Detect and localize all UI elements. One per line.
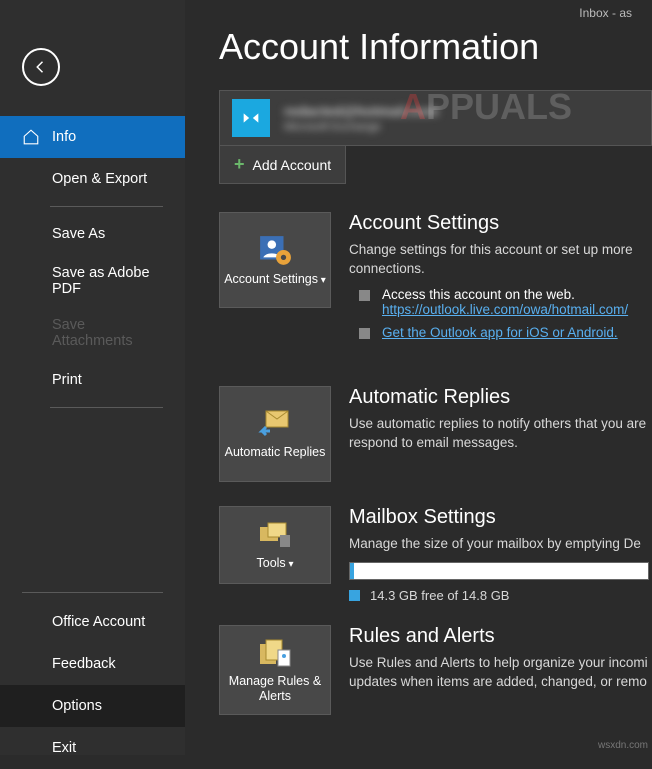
nav-print[interactable]: Print <box>0 359 185 401</box>
section-rules: Manage Rules & Alerts Rules and Alerts U… <box>219 625 652 715</box>
section-heading: Mailbox Settings <box>349 506 649 529</box>
section-desc: Use Rules and Alerts to help organize yo… <box>349 654 652 692</box>
page-title: Account Information <box>219 26 652 68</box>
nav-open-export[interactable]: Open & Export <box>0 158 185 200</box>
storage-swatch <box>349 590 360 601</box>
section-body: Account Settings Change settings for thi… <box>349 212 652 340</box>
divider <box>50 407 163 408</box>
nav-label: Info <box>52 129 76 145</box>
nav-label: Print <box>52 372 82 388</box>
tools-icon <box>258 518 292 552</box>
nav-label: Save as Adobe PDF <box>52 265 163 297</box>
bullet-text: Access this account on the web. <box>382 287 628 302</box>
tile-label: Tools <box>257 556 294 571</box>
divider <box>22 592 163 593</box>
nav-options[interactable]: Options <box>0 685 185 727</box>
nav-exit[interactable]: Exit <box>0 727 185 769</box>
nav-label: Save Attachments <box>52 317 163 349</box>
account-email: redacted@hotmail.com <box>284 103 438 119</box>
nav-info[interactable]: Info <box>0 116 185 158</box>
plus-icon: + <box>234 154 245 175</box>
add-account-label: Add Account <box>253 157 332 173</box>
nav-label: Office Account <box>52 614 145 630</box>
nav-save-pdf[interactable]: Save as Adobe PDF <box>0 255 185 307</box>
back-button[interactable] <box>22 48 60 86</box>
nav-label: Save As <box>52 226 105 242</box>
section-heading: Automatic Replies <box>349 386 652 409</box>
section-heading: Rules and Alerts <box>349 625 652 648</box>
bullet-icon <box>359 290 370 301</box>
section-desc: Manage the size of your mailbox by empty… <box>349 535 649 554</box>
home-icon <box>22 128 40 146</box>
nav-label: Feedback <box>52 656 116 672</box>
tile-label: Automatic Replies <box>225 445 326 460</box>
section-account-settings: Account Settings Account Settings Change… <box>219 212 652 340</box>
nav-feedback[interactable]: Feedback <box>0 643 185 685</box>
storage-text: 14.3 GB free of 14.8 GB <box>370 588 509 603</box>
section-desc: Use automatic replies to notify others t… <box>349 415 652 453</box>
exchange-icon <box>232 99 270 137</box>
tile-tools[interactable]: Tools <box>219 506 331 584</box>
tile-label: Account Settings <box>224 272 326 287</box>
source-mark: wsxdn.com <box>598 740 648 751</box>
section-body: Automatic Replies Use automatic replies … <box>349 386 652 482</box>
nav-label: Options <box>52 698 102 714</box>
nav-save-attachments: Save Attachments <box>0 307 185 359</box>
person-gear-icon <box>258 234 292 268</box>
section-mailbox: Tools Mailbox Settings Manage the size o… <box>219 506 652 603</box>
section-desc: Change settings for this account or set … <box>349 241 652 279</box>
section-body: Rules and Alerts Use Rules and Alerts to… <box>349 625 652 715</box>
nav-save-as[interactable]: Save As <box>0 213 185 255</box>
tile-rules[interactable]: Manage Rules & Alerts <box>219 625 331 715</box>
tile-account-settings[interactable]: Account Settings <box>219 212 331 308</box>
tile-auto-replies[interactable]: Automatic Replies <box>219 386 331 482</box>
section-auto-replies: Automatic Replies Automatic Replies Use … <box>219 386 652 482</box>
owa-link[interactable]: https://outlook.live.com/owa/hotmail.com… <box>382 302 628 317</box>
divider <box>50 206 163 207</box>
bullet-icon <box>359 328 370 339</box>
main-panel: Account Information redacted@hotmail.com… <box>185 0 652 755</box>
rules-icon <box>258 636 292 670</box>
auto-reply-icon <box>258 407 292 441</box>
storage-bar <box>349 562 649 580</box>
add-account-button[interactable]: + Add Account <box>219 146 346 184</box>
tile-label: Manage Rules & Alerts <box>224 674 326 704</box>
storage-fill <box>350 563 354 579</box>
title-bar: Inbox - as <box>579 6 632 20</box>
arrow-left-icon <box>32 58 50 76</box>
mobile-app-link[interactable]: Get the Outlook app for iOS or Android. <box>382 325 618 340</box>
section-body: Mailbox Settings Manage the size of your… <box>349 506 649 603</box>
nav-label: Exit <box>52 740 76 756</box>
nav-office-account[interactable]: Office Account <box>0 601 185 643</box>
backstage-sidebar: Info Open & Export Save As Save as Adobe… <box>0 0 185 755</box>
account-selector[interactable]: redacted@hotmail.com Microsoft Exchange <box>219 90 652 146</box>
account-type: Microsoft Exchange <box>284 121 438 133</box>
section-heading: Account Settings <box>349 212 652 235</box>
nav-label: Open & Export <box>52 171 147 187</box>
